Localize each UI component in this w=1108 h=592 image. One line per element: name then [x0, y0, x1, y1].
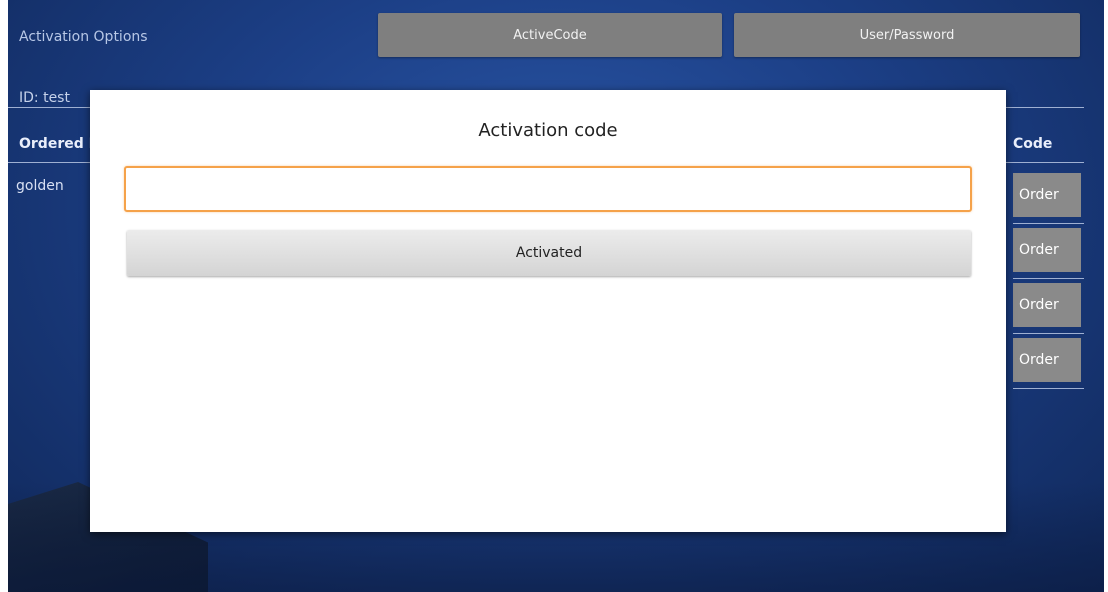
- dialog-title: Activation code: [478, 120, 618, 141]
- activation-options-title: Activation Options: [19, 29, 148, 45]
- activation-code-input[interactable]: [124, 166, 972, 212]
- active-code-tab-button[interactable]: ActiveCode: [378, 13, 722, 57]
- activation-code-dialog: Activation code Activated: [90, 90, 1006, 532]
- row-name-golden: golden: [16, 178, 64, 194]
- activated-button[interactable]: Activated: [127, 230, 971, 276]
- row-divider-1: [1013, 223, 1084, 224]
- row-divider-2: [1013, 278, 1084, 279]
- column-header-ordered: Ordered P: [19, 136, 99, 152]
- order-button-4[interactable]: Order: [1013, 338, 1081, 382]
- row-divider-3: [1013, 333, 1084, 334]
- order-button-1[interactable]: Order: [1013, 173, 1081, 217]
- order-button-3[interactable]: Order: [1013, 283, 1081, 327]
- user-password-tab-button[interactable]: User/Password: [734, 13, 1080, 57]
- column-header-code: Code: [1013, 136, 1053, 152]
- order-button-2[interactable]: Order: [1013, 228, 1081, 272]
- id-label: ID: test: [19, 90, 70, 106]
- row-divider-4: [1013, 388, 1084, 389]
